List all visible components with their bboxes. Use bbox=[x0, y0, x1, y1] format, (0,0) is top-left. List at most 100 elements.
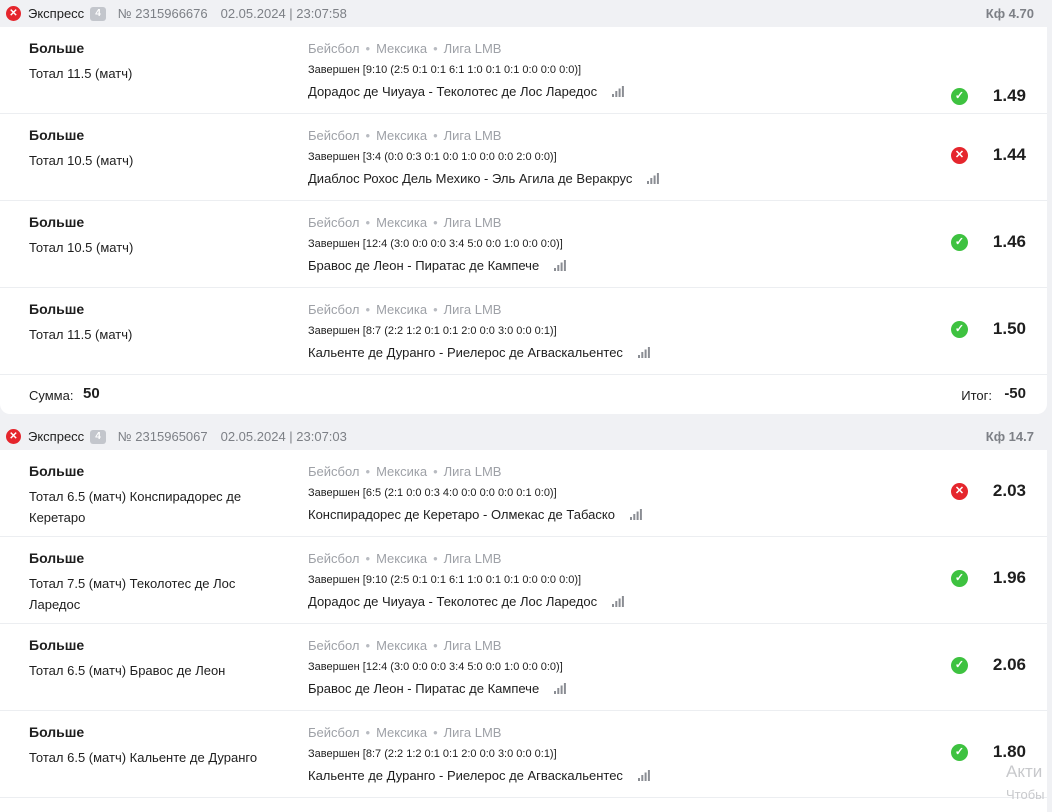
odd-value: 1.80 bbox=[992, 742, 1026, 761]
odd-value: 1.49 bbox=[992, 86, 1026, 105]
check-icon: ✓ bbox=[951, 321, 968, 338]
stats-bars-icon[interactable] bbox=[612, 86, 624, 97]
selection-row[interactable]: Больше Тотал 6.5 (матч) Бравос де Леон Б… bbox=[0, 624, 1047, 711]
stats-bars-icon[interactable] bbox=[637, 347, 650, 358]
coupon-header[interactable]: ✕ Экспресс 4 № 2315966676 02.05.2024 | 2… bbox=[0, 0, 1047, 27]
bet-name: Тотал 10.5 (матч) bbox=[29, 153, 134, 168]
sport-label: Бейсбол bbox=[308, 215, 360, 230]
coupon-coefficient: Кф 4.70 bbox=[985, 6, 1034, 21]
sport-label: Бейсбол bbox=[308, 638, 360, 653]
league-label: Лига LMB bbox=[443, 638, 502, 653]
cross-icon: ✕ bbox=[951, 147, 968, 164]
stats-bars-icon[interactable] bbox=[554, 260, 567, 271]
match-name[interactable]: Бравос де Леон - Пиратас де Кампече bbox=[308, 681, 539, 696]
match-line: Конспирадорес де Керетаро - Олмекас де Т… bbox=[308, 507, 642, 522]
country-label: Мексика bbox=[376, 725, 428, 740]
coupon-loss-icon: ✕ bbox=[6, 429, 21, 444]
sport-label: Бейсбол bbox=[308, 725, 360, 740]
selection-row[interactable]: Больше Тотал 10.5 (матч) Бейсбол • Мексика… bbox=[0, 201, 1047, 288]
match-name[interactable]: Дорадос де Чиуауа - Теколотес де Лос Лар… bbox=[308, 84, 597, 99]
match-line: Кальенте де Дуранго - Риелерос де Агваск… bbox=[308, 345, 650, 360]
stats-bars-icon[interactable] bbox=[629, 509, 642, 520]
activation-watermark: Акти bbox=[1006, 762, 1043, 781]
stats-bars-icon[interactable] bbox=[637, 770, 650, 781]
coupon-card: ✕ Экспресс 4 № 2315965067 02.05.2024 | 2… bbox=[0, 423, 1047, 812]
result-score: Завершен [3:4 (0:0 0:3 0:1 0:0 1:0 0:0 0… bbox=[308, 151, 557, 163]
result-score: Завершен [8:7 (2:2 1:2 0:1 0:1 2:0 0:0 3… bbox=[308, 748, 557, 760]
selection-row[interactable]: Больше Тотал 11.5 (матч) Бейсбол • Мексика… bbox=[0, 27, 1047, 114]
event-meta: Бейсбол • Мексика • Лига LMB bbox=[308, 128, 501, 143]
coupon-summary: Сумма: 50 Итог: -50 bbox=[0, 375, 1047, 413]
selection-row[interactable]: Больше Тотал 6.5 (матч) Конспирадорес де… bbox=[0, 450, 1047, 537]
match-name[interactable]: Диаблос Рохос Дель Мехико - Эль Агила де… bbox=[308, 171, 632, 186]
coupon-datetime: 02.05.2024 | 23:07:58 bbox=[220, 6, 347, 21]
match-line: Дорадос де Чиуауа - Теколотес де Лос Лар… bbox=[308, 594, 624, 609]
selection-row[interactable]: Больше Тотал 6.5 (матч) Кальенте де Дура… bbox=[0, 711, 1047, 798]
selection-list: Больше Тотал 11.5 (матч) Бейсбол • Мексика… bbox=[0, 27, 1047, 375]
result-value: -50 bbox=[1004, 385, 1026, 402]
result-label: Итог: bbox=[961, 388, 992, 403]
separator-dot: • bbox=[365, 725, 371, 740]
match-line: Бравос де Леон - Пиратас де Кампече bbox=[308, 681, 567, 696]
check-icon: ✓ bbox=[951, 234, 968, 251]
stake-label: Сумма: bbox=[29, 388, 74, 403]
odd-value: 2.03 bbox=[992, 481, 1026, 500]
league-label: Лига LMB bbox=[443, 464, 502, 479]
match-line: Бравос де Леон - Пиратас де Кампече bbox=[308, 258, 567, 273]
country-label: Мексика bbox=[376, 302, 428, 317]
separator-dot: • bbox=[365, 551, 371, 566]
match-name[interactable]: Дорадос де Чиуауа - Теколотес де Лос Лар… bbox=[308, 594, 597, 609]
league-label: Лига LMB bbox=[443, 302, 502, 317]
coupon-number: № 2315966676 bbox=[117, 6, 208, 21]
separator-dot: • bbox=[365, 128, 371, 143]
event-meta: Бейсбол • Мексика • Лига LMB bbox=[308, 302, 501, 317]
separator-dot: • bbox=[433, 302, 438, 317]
odd-value: 1.44 bbox=[992, 145, 1026, 164]
odd-value: 1.46 bbox=[992, 232, 1026, 251]
separator-dot: • bbox=[365, 638, 371, 653]
coupon-datetime: 02.05.2024 | 23:07:03 bbox=[220, 429, 347, 444]
league-label: Лига LMB bbox=[443, 215, 502, 230]
coupon-card: ✕ Экспресс 4 № 2315966676 02.05.2024 | 2… bbox=[0, 0, 1047, 414]
bet-name: Тотал 6.5 (матч) Бравос де Леон bbox=[29, 663, 226, 678]
sport-label: Бейсбол bbox=[308, 128, 360, 143]
stats-bars-icon[interactable] bbox=[612, 596, 624, 607]
match-name[interactable]: Кальенте де Дуранго - Риелерос де Агваск… bbox=[308, 345, 623, 360]
bet-type: Больше bbox=[29, 127, 85, 143]
selection-list: Больше Тотал 6.5 (матч) Конспирадорес де… bbox=[0, 450, 1047, 798]
separator-dot: • bbox=[365, 302, 371, 317]
separator-dot: • bbox=[365, 464, 371, 479]
country-label: Мексика bbox=[376, 551, 428, 566]
coupon-coefficient: Кф 14.7 bbox=[985, 429, 1034, 444]
selection-row[interactable]: Больше Тотал 10.5 (матч) Бейсбол • Мексика… bbox=[0, 114, 1047, 201]
separator-dot: • bbox=[433, 128, 438, 143]
stats-bars-icon[interactable] bbox=[554, 683, 567, 694]
coupon-header[interactable]: ✕ Экспресс 4 № 2315965067 02.05.2024 | 2… bbox=[0, 423, 1047, 450]
match-line: Дорадос де Чиуауа - Теколотес де Лос Лар… bbox=[308, 84, 624, 99]
coupon-type: Экспресс bbox=[28, 6, 85, 21]
match-name[interactable]: Кальенте де Дуранго - Риелерос де Агваск… bbox=[308, 768, 623, 783]
selection-row[interactable]: Больше Тотал 11.5 (матч) Бейсбол • Мексика… bbox=[0, 288, 1047, 375]
bet-type: Больше bbox=[29, 301, 85, 317]
league-label: Лига LMB bbox=[443, 725, 502, 740]
separator-dot: • bbox=[365, 41, 371, 56]
result-score: Завершен [12:4 (3:0 0:0 0:0 3:4 5:0 0:0 … bbox=[308, 238, 563, 250]
bet-type: Больше bbox=[29, 463, 85, 479]
selection-row[interactable]: Больше Тотал 7.5 (матч) Теколотес де Лос… bbox=[0, 537, 1047, 624]
bet-name: Тотал 6.5 (матч) Кальенте де Дуранго bbox=[29, 750, 258, 765]
sport-label: Бейсбол bbox=[308, 302, 360, 317]
bet-type: Больше bbox=[29, 637, 85, 653]
country-label: Мексика bbox=[376, 638, 428, 653]
separator-dot: • bbox=[433, 41, 438, 56]
bet-name: Тотал 10.5 (матч) bbox=[29, 240, 134, 255]
result-score: Завершен [12:4 (3:0 0:0 0:0 3:4 5:0 0:0 … bbox=[308, 661, 563, 673]
check-icon: ✓ bbox=[951, 744, 968, 761]
stats-bars-icon[interactable] bbox=[647, 173, 660, 184]
separator-dot: • bbox=[433, 725, 438, 740]
event-meta: Бейсбол • Мексика • Лига LMB bbox=[308, 464, 501, 479]
country-label: Мексика bbox=[376, 464, 428, 479]
match-name[interactable]: Бравос де Леон - Пиратас де Кампече bbox=[308, 258, 539, 273]
selections-count-badge: 4 bbox=[90, 6, 106, 21]
match-name[interactable]: Конспирадорес де Керетаро - Олмекас де Т… bbox=[308, 507, 615, 522]
country-label: Мексика bbox=[376, 128, 428, 143]
